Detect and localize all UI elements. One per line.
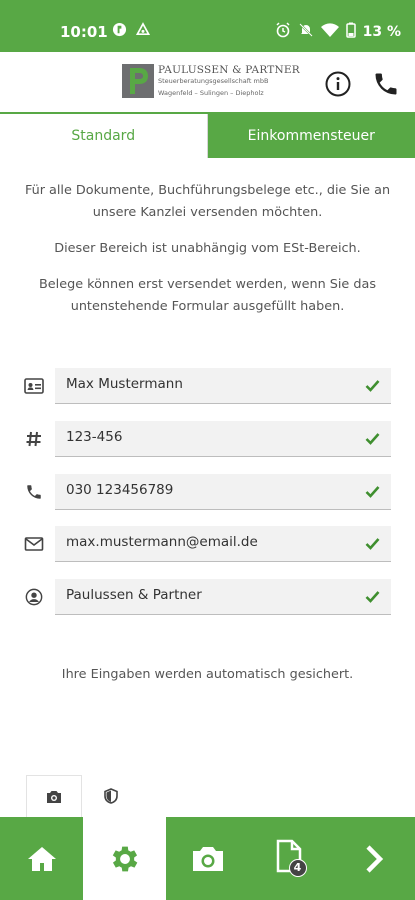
- advisor-field-value: Paulussen & Partner: [66, 587, 202, 603]
- camera-icon: [47, 790, 61, 803]
- hash-icon: [26, 431, 41, 447]
- cloud-icon: [135, 22, 151, 41]
- customer-number-value: 123-456: [66, 429, 123, 445]
- info-text-form-required: Belege können erst versendet werden, wen…: [38, 277, 377, 314]
- name-field-value: Max Mustermann: [66, 376, 183, 392]
- phone-field[interactable]: 030 123456789: [55, 474, 391, 510]
- id-card-icon: [24, 378, 44, 394]
- info-text-independent: Dieser Bereich ist unabhängig vom ESt-Be…: [54, 241, 361, 256]
- email-field[interactable]: max.mustermann@email.de: [55, 526, 391, 562]
- mute-icon: [298, 22, 314, 42]
- email-field-row: max.mustermann@email.de: [0, 526, 415, 562]
- company-logo: PAULUSSEN & PARTNER Steuerberatungsgesel…: [122, 64, 300, 100]
- alarm-icon: [275, 22, 291, 42]
- advisor-field[interactable]: Paulussen & Partner: [55, 579, 391, 615]
- shield-icon: [104, 788, 118, 804]
- bottom-navigation: 4: [0, 817, 415, 900]
- nav-settings[interactable]: [83, 817, 166, 900]
- nav-documents[interactable]: 4: [249, 817, 332, 900]
- nav-home[interactable]: [0, 817, 83, 900]
- status-bar: 10:01 13 %: [0, 0, 415, 52]
- advisor-field-row: Paulussen & Partner: [0, 579, 415, 615]
- phone-field-value: 030 123456789: [66, 482, 174, 498]
- customer-number-field-row: 123-456: [0, 421, 415, 457]
- status-time: 10:01: [60, 23, 108, 41]
- battery-percent: 13 %: [362, 24, 401, 40]
- nav-next[interactable]: [332, 817, 415, 900]
- email-field-value: max.mustermann@email.de: [66, 534, 258, 550]
- check-icon: [365, 380, 380, 392]
- autosave-notice: Ihre Eingaben werden automatisch gesiche…: [61, 667, 354, 682]
- phone-icon: [27, 485, 41, 499]
- check-icon: [365, 433, 380, 445]
- next-icon: [365, 844, 383, 873]
- wifi-icon: [320, 22, 339, 42]
- tab-standard[interactable]: Standard: [0, 114, 208, 158]
- logo-subtitle: Steuerberatungsgesellschaft mbB: [158, 77, 269, 85]
- camera-icon: [192, 846, 223, 871]
- check-icon: [365, 591, 380, 603]
- customer-number-field[interactable]: 123-456: [55, 421, 391, 457]
- logo-places: Wagenfeld – Sulingen – Diepholz: [158, 89, 264, 97]
- mail-icon: [24, 537, 44, 551]
- check-icon: [365, 538, 380, 550]
- check-icon: [365, 486, 380, 498]
- settings-icon: [112, 846, 137, 871]
- info-text-documents: Für alle Dokumente, Buchführungsbelege e…: [24, 183, 391, 220]
- info-button[interactable]: [324, 70, 352, 98]
- phone-icon: [375, 73, 397, 95]
- battery-icon: [345, 22, 356, 42]
- mini-tab-camera[interactable]: [26, 775, 82, 817]
- mini-tab-shield[interactable]: [83, 775, 139, 817]
- name-field-row: Max Mustermann: [0, 368, 415, 404]
- document-count-badge: 4: [288, 858, 307, 877]
- home-icon: [27, 846, 56, 871]
- name-field[interactable]: Max Mustermann: [55, 368, 391, 404]
- logo-mark-icon: [122, 64, 154, 98]
- logo-title: PAULUSSEN & PARTNER: [158, 64, 300, 76]
- app-header: PAULUSSEN & PARTNER Steuerberatungsgesel…: [0, 52, 415, 114]
- tab-bar: Standard Einkommensteuer: [0, 114, 415, 158]
- app-icon: [112, 22, 127, 41]
- tab-einkommensteuer[interactable]: Einkommensteuer: [207, 114, 415, 158]
- phone-field-row: 030 123456789: [0, 474, 415, 510]
- account-icon: [25, 588, 43, 606]
- phone-button[interactable]: [372, 70, 400, 98]
- info-icon: [325, 71, 351, 97]
- nav-camera[interactable]: [166, 817, 249, 900]
